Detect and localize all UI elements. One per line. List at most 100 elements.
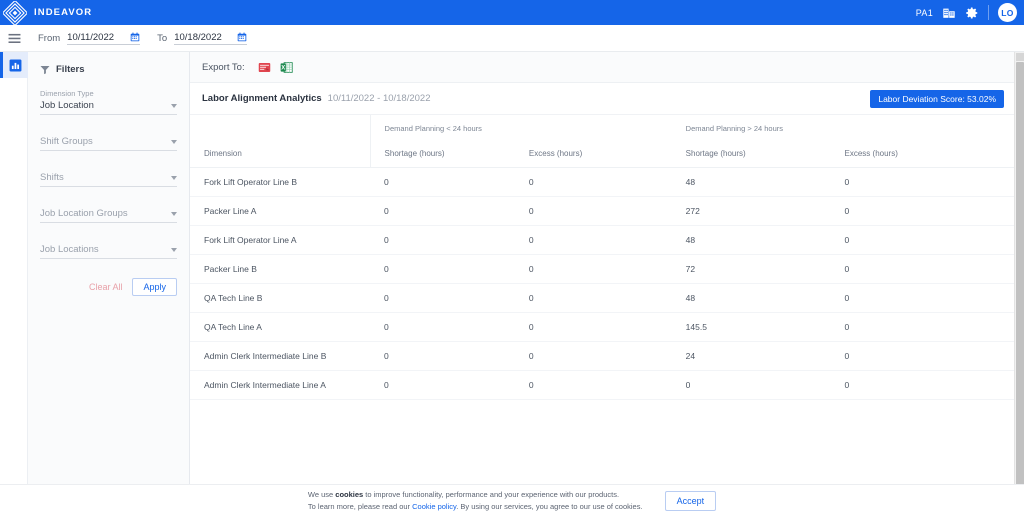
cell-gt24-shortage: 48 [686, 284, 845, 313]
cell-lt24-excess: 0 [529, 313, 686, 342]
group-header-lt24: Demand Planning < 24 hours [370, 115, 529, 141]
table-row[interactable]: Fork Lift Operator Line A00480 [190, 226, 1014, 255]
table-column-header-row: Dimension Shortage (hours) Excess (hours… [190, 141, 1014, 168]
hamburger-icon[interactable] [8, 33, 21, 44]
filters-panel: Filters Dimension Type Job Location Shif… [28, 52, 190, 484]
table-row[interactable]: Admin Clerk Intermediate Line A0000 [190, 371, 1014, 400]
page-title: Labor Alignment Analytics [202, 93, 322, 104]
column-header-lt24-shortage[interactable]: Shortage (hours) [370, 141, 529, 168]
gear-icon[interactable] [965, 6, 979, 20]
cookie-line1-post: to improve functionality, performance an… [363, 490, 619, 499]
calendar-icon[interactable] [130, 32, 140, 42]
column-header-gt24-shortage[interactable]: Shortage (hours) [686, 141, 845, 168]
labor-alignment-table: Demand Planning < 24 hours Demand Planni… [190, 115, 1014, 400]
scrollbar-thumb[interactable] [1016, 62, 1024, 494]
cookie-bold-word: cookies [335, 490, 363, 499]
to-date-field[interactable] [174, 32, 247, 45]
sidebar-item-analytics[interactable] [0, 52, 28, 78]
spacer [40, 236, 177, 244]
table-row[interactable]: Fork Lift Operator Line B00480 [190, 168, 1014, 197]
table-body: Fork Lift Operator Line B00480Packer Lin… [190, 168, 1014, 400]
cell-gt24-excess: 0 [845, 313, 1014, 342]
spacer [40, 128, 177, 136]
cell-dimension: Fork Lift Operator Line B [190, 168, 370, 197]
cell-lt24-excess: 0 [529, 342, 686, 371]
filter-label: Dimension Type [40, 89, 177, 98]
table-head: Demand Planning < 24 hours Demand Planni… [190, 115, 1014, 168]
chevron-down-icon [171, 176, 177, 180]
cell-dimension: Admin Clerk Intermediate Line A [190, 371, 370, 400]
job-location-groups-select[interactable]: Job Location Groups [40, 208, 177, 223]
excel-export-icon[interactable]: X [280, 61, 293, 74]
group-header-blank-1 [190, 115, 370, 141]
from-date-input[interactable] [67, 32, 119, 43]
shifts-select[interactable]: Shifts [40, 172, 177, 187]
cell-gt24-excess: 0 [845, 284, 1014, 313]
org-label[interactable]: PA1 [916, 8, 933, 18]
cookie-consent-banner: We use cookies to improve functionality,… [0, 484, 1024, 516]
shift-groups-select[interactable]: Shift Groups [40, 136, 177, 151]
cell-lt24-shortage: 0 [370, 313, 529, 342]
cookie-line-2: To learn more, please read our Cookie po… [308, 501, 643, 513]
table-row[interactable]: QA Tech Line B00480 [190, 284, 1014, 313]
cell-lt24-excess: 0 [529, 371, 686, 400]
building-icon[interactable] [942, 6, 956, 20]
spacer [40, 164, 177, 172]
group-header-blank-2 [529, 115, 686, 141]
vertical-scrollbar[interactable] [1014, 52, 1024, 516]
bar-chart-icon [9, 59, 22, 72]
accept-button[interactable]: Accept [665, 491, 717, 511]
clear-all-button[interactable]: Clear All [87, 280, 125, 294]
cell-dimension: Packer Line B [190, 255, 370, 284]
dimension-type-select[interactable]: Job Location [40, 100, 177, 115]
cell-dimension: Packer Line A [190, 197, 370, 226]
avatar[interactable]: LO [998, 3, 1017, 22]
calendar-icon[interactable] [237, 32, 247, 42]
table-row[interactable]: QA Tech Line A00145.50 [190, 313, 1014, 342]
table-row[interactable]: Admin Clerk Intermediate Line B00240 [190, 342, 1014, 371]
cell-lt24-shortage: 0 [370, 168, 529, 197]
cell-gt24-excess: 0 [845, 371, 1014, 400]
cell-lt24-shortage: 0 [370, 226, 529, 255]
cell-lt24-shortage: 0 [370, 371, 529, 400]
cookie-policy-link[interactable]: Cookie policy [412, 502, 456, 511]
date-filter-bar: From To [0, 25, 1024, 52]
filter-job-location-groups: Job Location Groups [40, 208, 177, 223]
job-locations-select[interactable]: Job Locations [40, 244, 177, 259]
column-header-dimension[interactable]: Dimension [190, 141, 370, 168]
chevron-down-icon [171, 140, 177, 144]
group-header-gt24: Demand Planning > 24 hours [686, 115, 845, 141]
filter-shift-groups: Shift Groups [40, 136, 177, 151]
table-row[interactable]: Packer Line B00720 [190, 255, 1014, 284]
filter-dimension-type: Dimension Type Job Location [40, 89, 177, 115]
svg-text:X: X [281, 65, 285, 71]
to-date-input[interactable] [174, 32, 226, 43]
cell-lt24-excess: 0 [529, 197, 686, 226]
apply-button[interactable]: Apply [132, 278, 177, 296]
main-content: Export To: X [190, 52, 1014, 516]
topbar-divider [988, 5, 989, 20]
cell-lt24-excess: 0 [529, 168, 686, 197]
export-label: Export To: [202, 62, 245, 73]
table-row[interactable]: Packer Line A002720 [190, 197, 1014, 226]
left-icon-rail [0, 52, 28, 516]
app-root: INDEAVOR PA1 LO [0, 0, 1024, 516]
pdf-export-icon[interactable] [258, 61, 271, 74]
chevron-down-icon [171, 248, 177, 252]
cookie-line2-pre: To learn more, please read our [308, 502, 412, 511]
select-value: Job Locations [40, 244, 99, 255]
brand-name: INDEAVOR [34, 7, 92, 18]
cell-gt24-excess: 0 [845, 168, 1014, 197]
from-date-field[interactable] [67, 32, 140, 45]
group-header-blank-3 [845, 115, 1014, 141]
cell-lt24-shortage: 0 [370, 255, 529, 284]
column-header-lt24-excess[interactable]: Excess (hours) [529, 141, 686, 168]
panel-date-range: 10/11/2022 - 10/18/2022 [328, 93, 431, 104]
cell-gt24-excess: 0 [845, 342, 1014, 371]
cell-gt24-excess: 0 [845, 197, 1014, 226]
scrollbar-cap [1016, 53, 1024, 61]
column-header-gt24-excess[interactable]: Excess (hours) [845, 141, 1014, 168]
cell-lt24-excess: 0 [529, 284, 686, 313]
cell-dimension: QA Tech Line A [190, 313, 370, 342]
topbar-actions: PA1 LO [916, 0, 1024, 25]
